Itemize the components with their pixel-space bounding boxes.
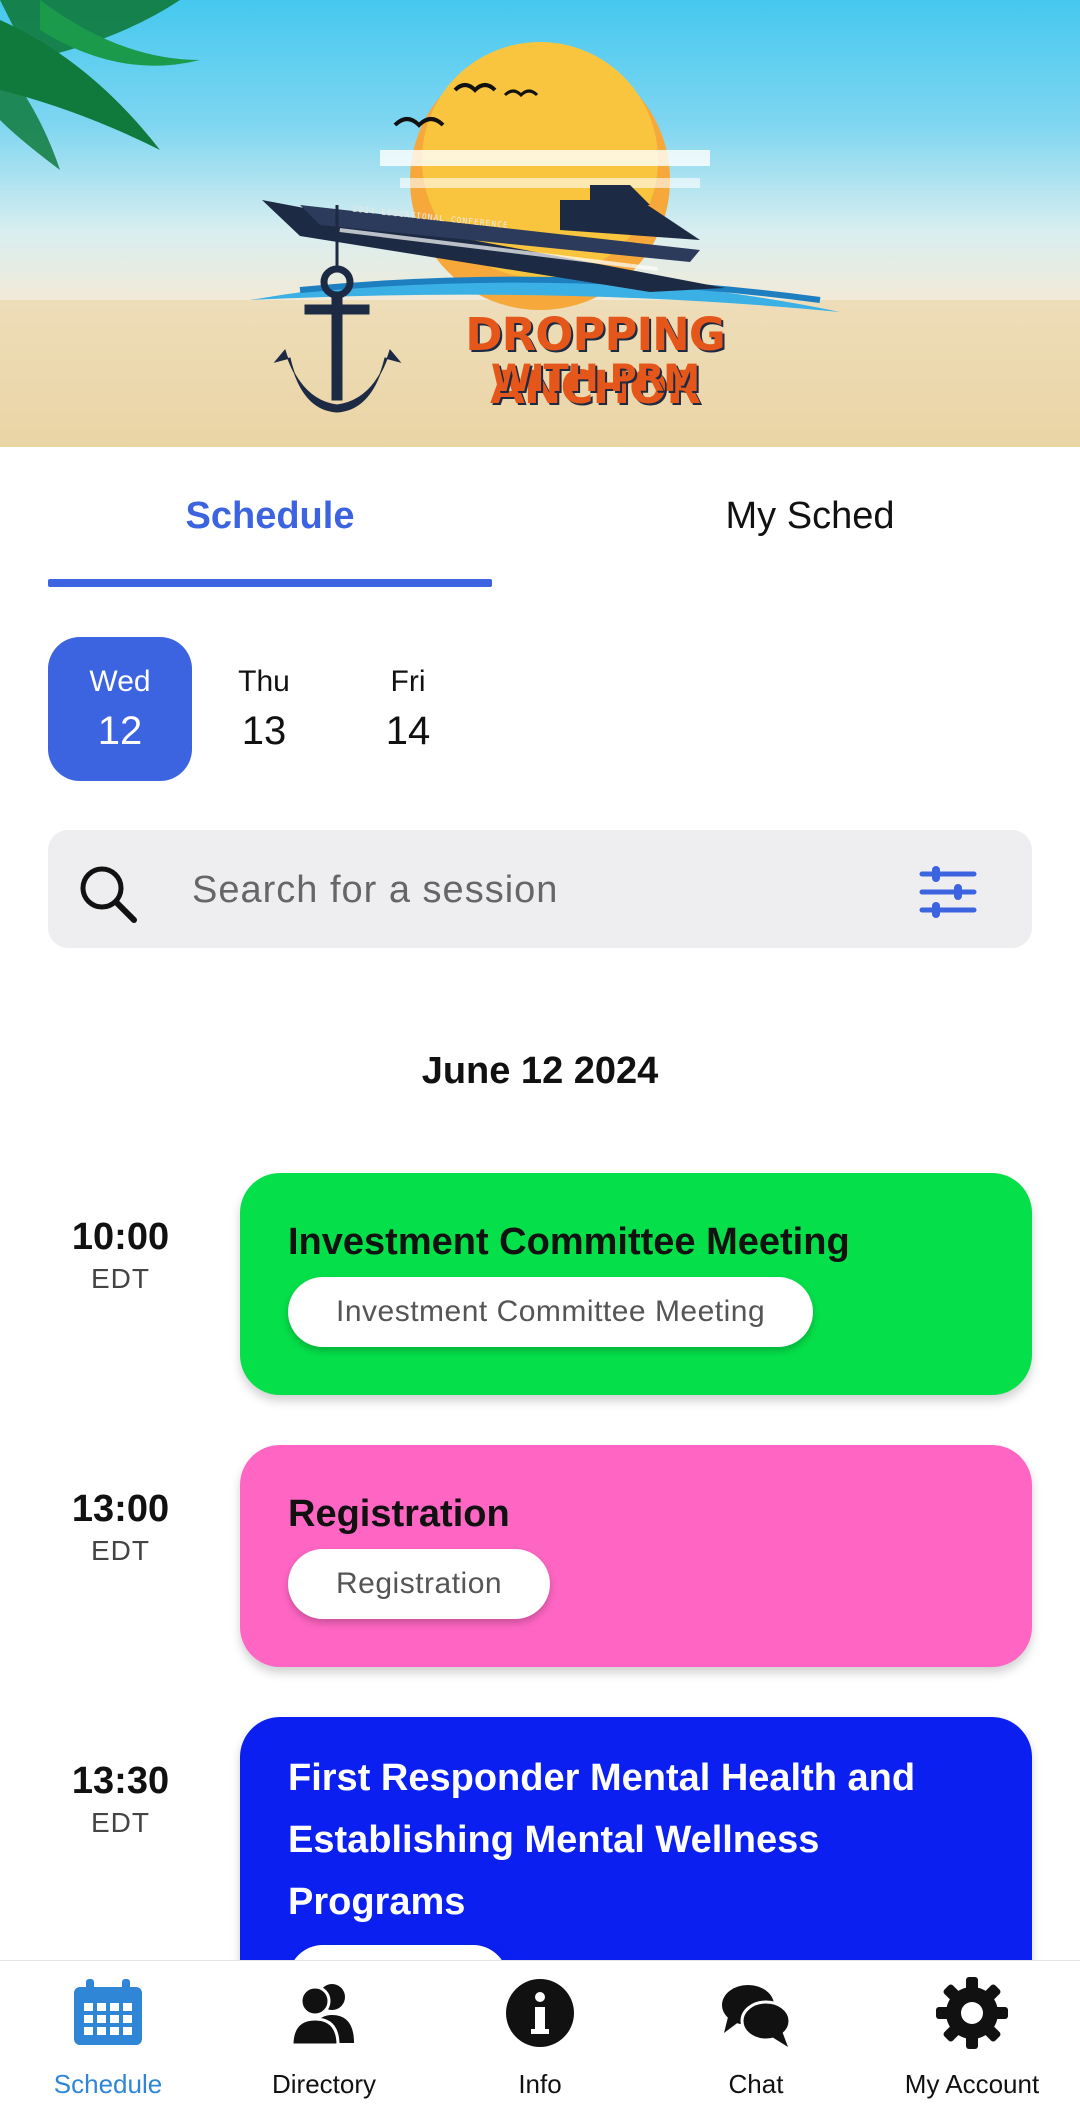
search-icon <box>80 866 137 923</box>
search-bar <box>48 830 1032 948</box>
session-tag[interactable]: Investment Committee Meeting <box>288 1277 814 1347</box>
session-title: Investment Committee Meeting <box>288 1221 850 1263</box>
nav-chat[interactable]: Chat <box>648 1961 864 2112</box>
nav-my-account[interactable]: My Account <box>864 1961 1080 2112</box>
day-fri-14[interactable]: Fri 14 <box>336 637 480 781</box>
day-name: Wed <box>89 665 151 698</box>
people-icon <box>290 1984 354 2047</box>
info-icon <box>506 1979 574 2047</box>
tab-my-sched[interactable]: My Sched <box>588 491 1032 541</box>
session-card-investment-committee[interactable]: Investment Committee Meeting Investment … <box>240 1173 1032 1395</box>
session-title: Registration <box>288 1493 510 1535</box>
day-number: 13 <box>241 709 287 753</box>
filter-sliders-icon[interactable] <box>916 860 980 924</box>
header-banner: 2024 EDUCATIONAL CONFERENCE DROPPING ANC… <box>0 0 1080 447</box>
day-number: 12 <box>97 709 143 753</box>
nav-directory[interactable]: Directory <box>216 1961 432 2112</box>
day-wed-12[interactable]: Wed 12 <box>48 637 192 781</box>
gear-icon <box>936 1977 1008 2049</box>
timezone: EDT <box>91 1535 150 1566</box>
time-value: 13:00 <box>71 1488 170 1530</box>
session-time: 10:00 EDT <box>48 1216 193 1295</box>
search-input[interactable] <box>190 854 894 926</box>
nav-label: Schedule <box>53 2069 163 2099</box>
nav-schedule[interactable]: Schedule <box>0 1961 216 2112</box>
timezone: EDT <box>91 1263 150 1294</box>
nav-label: Info <box>518 2069 562 2099</box>
session-card-registration[interactable]: Registration Registration <box>240 1445 1032 1667</box>
nav-label: Chat <box>728 2069 784 2099</box>
session-tag[interactable]: Registration <box>288 1549 551 1619</box>
chat-icon <box>722 1985 792 2047</box>
time-value: 13:30 <box>71 1760 170 1802</box>
schedule-tabs: Schedule My Sched <box>0 447 1080 587</box>
timezone: EDT <box>91 1807 150 1838</box>
bottom-nav: Schedule Directory Info Chat My Account <box>0 1960 1080 2112</box>
banner-subtitle: WITH PRM <box>490 357 700 400</box>
day-name: Fri <box>390 665 426 698</box>
nav-info[interactable]: Info <box>432 1961 648 2112</box>
day-number: 14 <box>385 709 431 753</box>
day-name: Thu <box>238 665 290 698</box>
calendar-icon <box>74 1979 142 2045</box>
nav-label: Directory <box>271 2069 376 2099</box>
session-time: 13:00 EDT <box>48 1488 193 1567</box>
session-title: First Responder Mental Health and Establ… <box>288 1757 916 1923</box>
date-heading: June 12 2024 <box>421 1050 659 1092</box>
time-value: 10:00 <box>71 1216 170 1258</box>
active-tab-indicator <box>48 579 492 587</box>
session-time: 13:30 EDT <box>48 1760 193 1839</box>
nav-label: My Account <box>904 2069 1040 2099</box>
tab-schedule[interactable]: Schedule <box>48 491 492 541</box>
day-thu-13[interactable]: Thu 13 <box>192 637 336 781</box>
